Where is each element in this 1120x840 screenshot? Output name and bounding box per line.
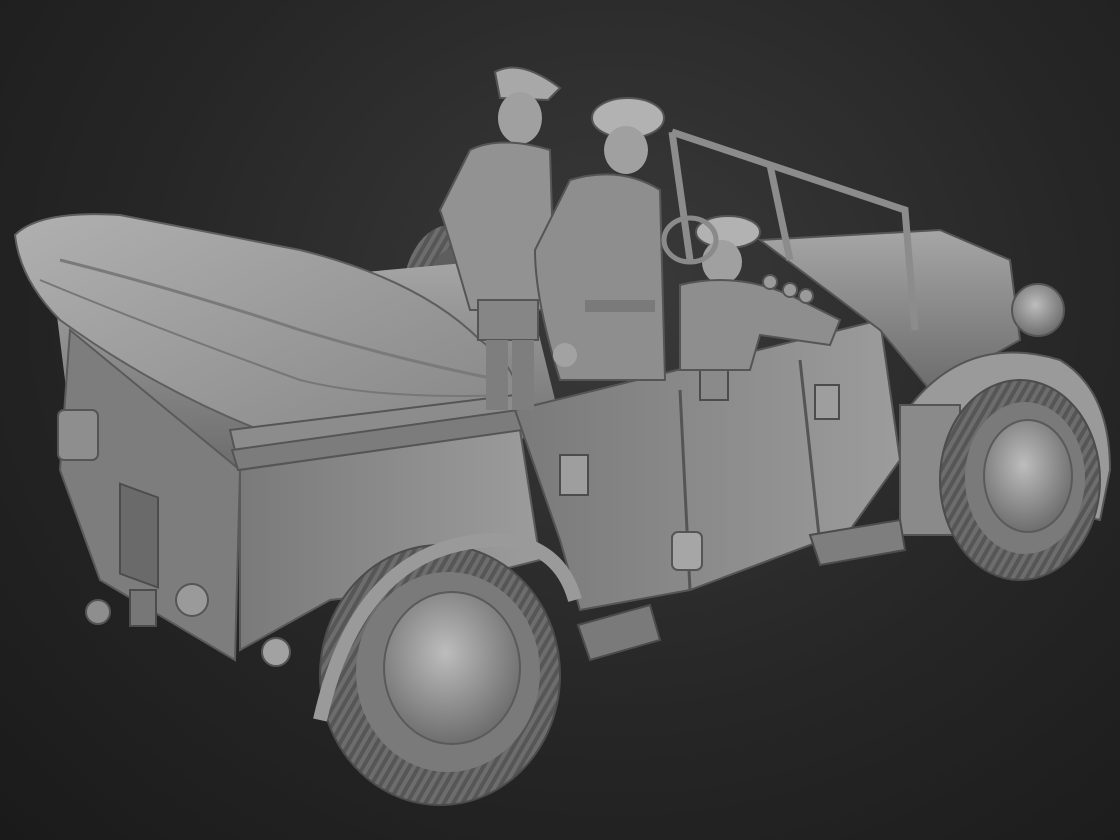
door-handle-front [814, 384, 840, 420]
running-board-step [576, 603, 662, 662]
staff-car-sculpt [13, 66, 1112, 806]
headlamp [1011, 283, 1065, 337]
front-wheel [939, 379, 1101, 581]
rear-wheel [319, 544, 561, 806]
door-handle-rear [559, 454, 589, 496]
figure-officer-center [533, 97, 667, 381]
render-viewport [0, 0, 1120, 840]
